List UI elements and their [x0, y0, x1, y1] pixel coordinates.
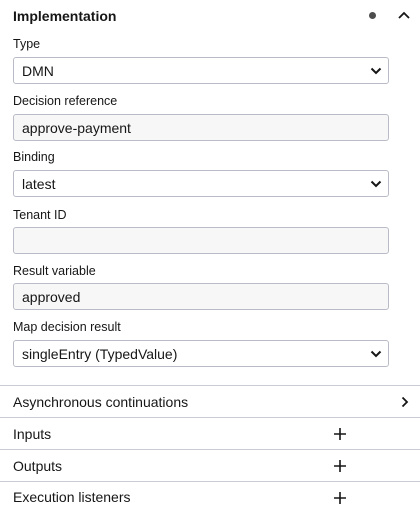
section-label: Outputs	[13, 457, 63, 474]
status-dot-icon	[369, 12, 376, 19]
binding-label: Binding	[13, 150, 55, 164]
decision-reference-label: Decision reference	[13, 94, 118, 108]
result-variable-input[interactable]	[13, 283, 389, 310]
execution-listeners-section[interactable]: Execution listeners	[0, 481, 420, 512]
type-select-value: DMN	[22, 62, 54, 79]
section-label: Inputs	[13, 425, 52, 442]
type-label: Type	[13, 37, 41, 51]
outputs-section[interactable]: Outputs	[0, 449, 420, 481]
asynchronous-continuations-section[interactable]: Asynchronous continuations	[0, 385, 420, 417]
tenant-id-input[interactable]	[13, 227, 389, 254]
chevron-up-icon[interactable]	[396, 8, 412, 24]
chevron-down-icon	[370, 350, 382, 358]
section-label: Asynchronous continuations	[13, 393, 189, 410]
type-select[interactable]: DMN	[13, 57, 389, 84]
plus-icon[interactable]	[333, 427, 347, 441]
map-decision-result-select[interactable]: singleEntry (TypedValue)	[13, 340, 389, 367]
map-decision-result-value: singleEntry (TypedValue)	[22, 345, 178, 362]
map-decision-result-label: Map decision result	[13, 320, 121, 334]
chevron-down-icon	[370, 180, 382, 188]
decision-reference-input[interactable]	[13, 114, 389, 141]
binding-select[interactable]: latest	[13, 170, 389, 197]
binding-select-value: latest	[22, 175, 56, 192]
group-title: Implementation	[13, 8, 117, 24]
plus-icon[interactable]	[333, 491, 347, 505]
implementation-group-header[interactable]: Implementation	[0, 0, 420, 32]
chevron-right-icon[interactable]	[398, 395, 412, 409]
chevron-down-icon	[370, 67, 382, 75]
plus-icon[interactable]	[333, 459, 347, 473]
tenant-id-label: Tenant ID	[13, 208, 67, 222]
section-label: Execution listeners	[13, 489, 131, 505]
result-variable-label: Result variable	[13, 264, 96, 278]
inputs-section[interactable]: Inputs	[0, 417, 420, 449]
